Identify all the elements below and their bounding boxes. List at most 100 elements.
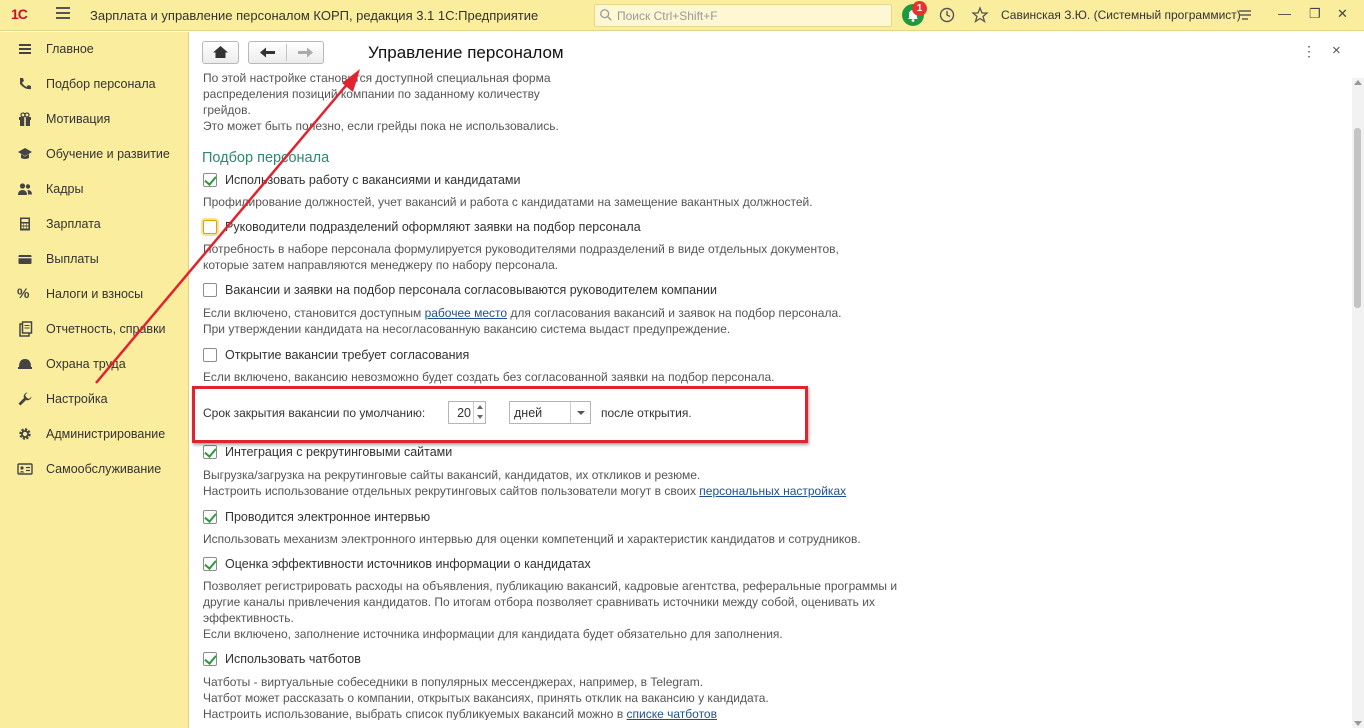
close-term-unit: дней [514,406,543,420]
sidebar-item-hr[interactable]: Кадры [0,172,189,207]
vacancies-checkbox[interactable] [203,173,217,187]
sidebar-item-reports[interactable]: Отчетность, справки [0,312,189,347]
sidebar-item-selfservice[interactable]: Самообслуживание [0,452,189,487]
search-input[interactable]: Поиск Ctrl+Shift+F [594,4,892,27]
option-label: Интеграция с рекрутинговыми сайтами [225,445,453,459]
sidebar-item-label: Зарплата [46,217,101,231]
sidebar-item-label: Кадры [46,182,84,196]
scrollbar[interactable] [1352,78,1364,728]
option-desc: Настроить использование отдельных рекрут… [203,484,847,498]
sidebar-item-main[interactable]: Главное [0,32,189,67]
option-desc: Выгрузка/загрузка на рекрутинговые сайты… [203,468,701,482]
helmet-icon [18,359,32,369]
calculator-icon [20,217,30,231]
list-icon [19,44,31,54]
option-desc: Если включено, становится доступным рабо… [203,306,842,320]
recruit-sites-checkbox[interactable] [203,445,217,459]
history-nav [248,41,324,64]
sidebar-item-motivation[interactable]: Мотивация [0,102,189,137]
close-term-after: после открытия. [601,406,692,420]
close-term-value: 20 [457,406,471,420]
history-icon[interactable] [938,6,956,24]
option-label: Использовать чатботов [225,652,361,666]
sidebar-item-taxes[interactable]: % Налоги и взносы [0,277,189,312]
close-term-input[interactable]: 20 [448,401,486,424]
option-desc: которые затем направляются менеджеру по … [203,258,559,272]
settings-icon[interactable] [1236,6,1254,24]
app-title: Зарплата и управление персоналом КОРП, р… [90,8,539,23]
sidebar-item-recruiting[interactable]: Подбор персонала [0,67,189,102]
user-name[interactable]: Савинская З.Ю. (Системный программист) [1001,8,1241,22]
scroll-up-icon[interactable] [1354,80,1362,85]
gift-icon [19,112,31,126]
sidebar-item-payments[interactable]: Выплаты [0,242,189,277]
close-form-icon[interactable]: × [1332,42,1341,59]
chatbot-checkbox[interactable] [203,652,217,666]
option-desc: Чатбот может рассказать о компании, откр… [203,691,769,705]
percent-icon: % [17,285,30,301]
sidebar-item-safety[interactable]: Охрана труда [0,347,189,382]
search-placeholder: Поиск Ctrl+Shift+F [617,9,718,23]
option-desc: Использовать механизм электронного интер… [203,532,861,546]
chevron-down-icon[interactable] [570,402,590,423]
sidebar-item-label: Налоги и взносы [46,287,144,301]
home-button[interactable] [202,41,239,64]
sidebar-item-label: Главное [46,42,94,56]
more-icon[interactable]: ⋮ [1302,43,1316,60]
back-icon[interactable] [249,42,286,63]
close-term-label: Срок закрытия вакансии по умолчанию: [203,406,426,420]
personal-settings-link[interactable]: персональных настройках [699,484,846,498]
title-bar: 1С Зарплата и управление персоналом КОРП… [0,0,1364,31]
notification-badge: 1 [912,1,927,16]
sidebar-item-label: Обучение и развитие [46,147,170,161]
sources-checkbox[interactable] [203,557,217,571]
option-label: Руководители подразделений оформляют зая… [225,220,641,234]
main-content: Управление персоналом ⋮ × По этой настро… [190,32,1364,728]
scroll-down-icon[interactable] [1354,721,1362,726]
close-term-unit-select[interactable]: дней [509,401,591,424]
intro-text: Это может быть полезно, если грейды пока… [203,119,559,133]
option-desc: Если включено, вакансию невозможно будет… [203,370,775,384]
option-desc: Профилирование должностей, учет вакансий… [203,195,813,209]
workplace-link[interactable]: рабочее место [425,306,508,320]
minimize-icon[interactable]: — [1278,6,1291,21]
sidebar-item-label: Выплаты [46,252,99,266]
people-icon [18,183,32,195]
settings-form: По этой настройке становится доступной с… [190,70,1350,720]
search-icon [600,9,612,21]
scroll-thumb[interactable] [1354,128,1361,308]
restore-icon[interactable]: ❐ [1309,6,1321,22]
sidebar-item-label: Мотивация [46,112,111,126]
wrench-icon [18,392,32,406]
sidebar-item-label: Подбор персонала [46,77,156,91]
id-card-icon [17,463,33,475]
menu-icon[interactable] [56,7,70,21]
chatbot-list-link[interactable]: списке чатботов [627,707,717,720]
option-label: Вакансии и заявки на подбор персонала со… [225,283,717,297]
sidebar-item-settings[interactable]: Настройка [0,382,189,417]
sidebar-item-admin[interactable]: Администрирование [0,417,189,452]
close-icon[interactable]: ✕ [1337,6,1348,22]
page-title: Управление персоналом [368,43,564,62]
option-desc: Настроить использование, выбрать список … [203,707,717,720]
open-approve-checkbox[interactable] [203,348,217,362]
forward-icon[interactable] [287,42,324,63]
graduation-icon [18,148,32,159]
option-desc: Позволяет регистрировать расходы на объя… [203,579,898,593]
managers-checkbox[interactable] [203,220,217,234]
sidebar-item-label: Отчетность, справки [46,322,166,336]
star-icon[interactable] [971,6,989,24]
gear-icon [19,428,31,440]
close-term-stepper[interactable] [473,402,485,423]
sidebar-item-label: Администрирование [46,427,166,441]
sidebar-item-label: Самообслуживание [46,462,162,476]
sidebar-item-training[interactable]: Обучение и развитие [0,137,189,172]
option-label: Использовать работу с вакансиями и канди… [225,173,521,187]
option-label: Проводится электронное интервью [225,510,431,524]
interview-checkbox[interactable] [203,510,217,524]
intro-text: По этой настройке становится доступной с… [203,71,551,85]
report-icon [19,321,33,337]
head-approve-checkbox[interactable] [203,283,217,297]
sidebar-item-salary[interactable]: Зарплата [0,207,189,242]
sidebar-item-label: Охрана труда [46,357,126,371]
